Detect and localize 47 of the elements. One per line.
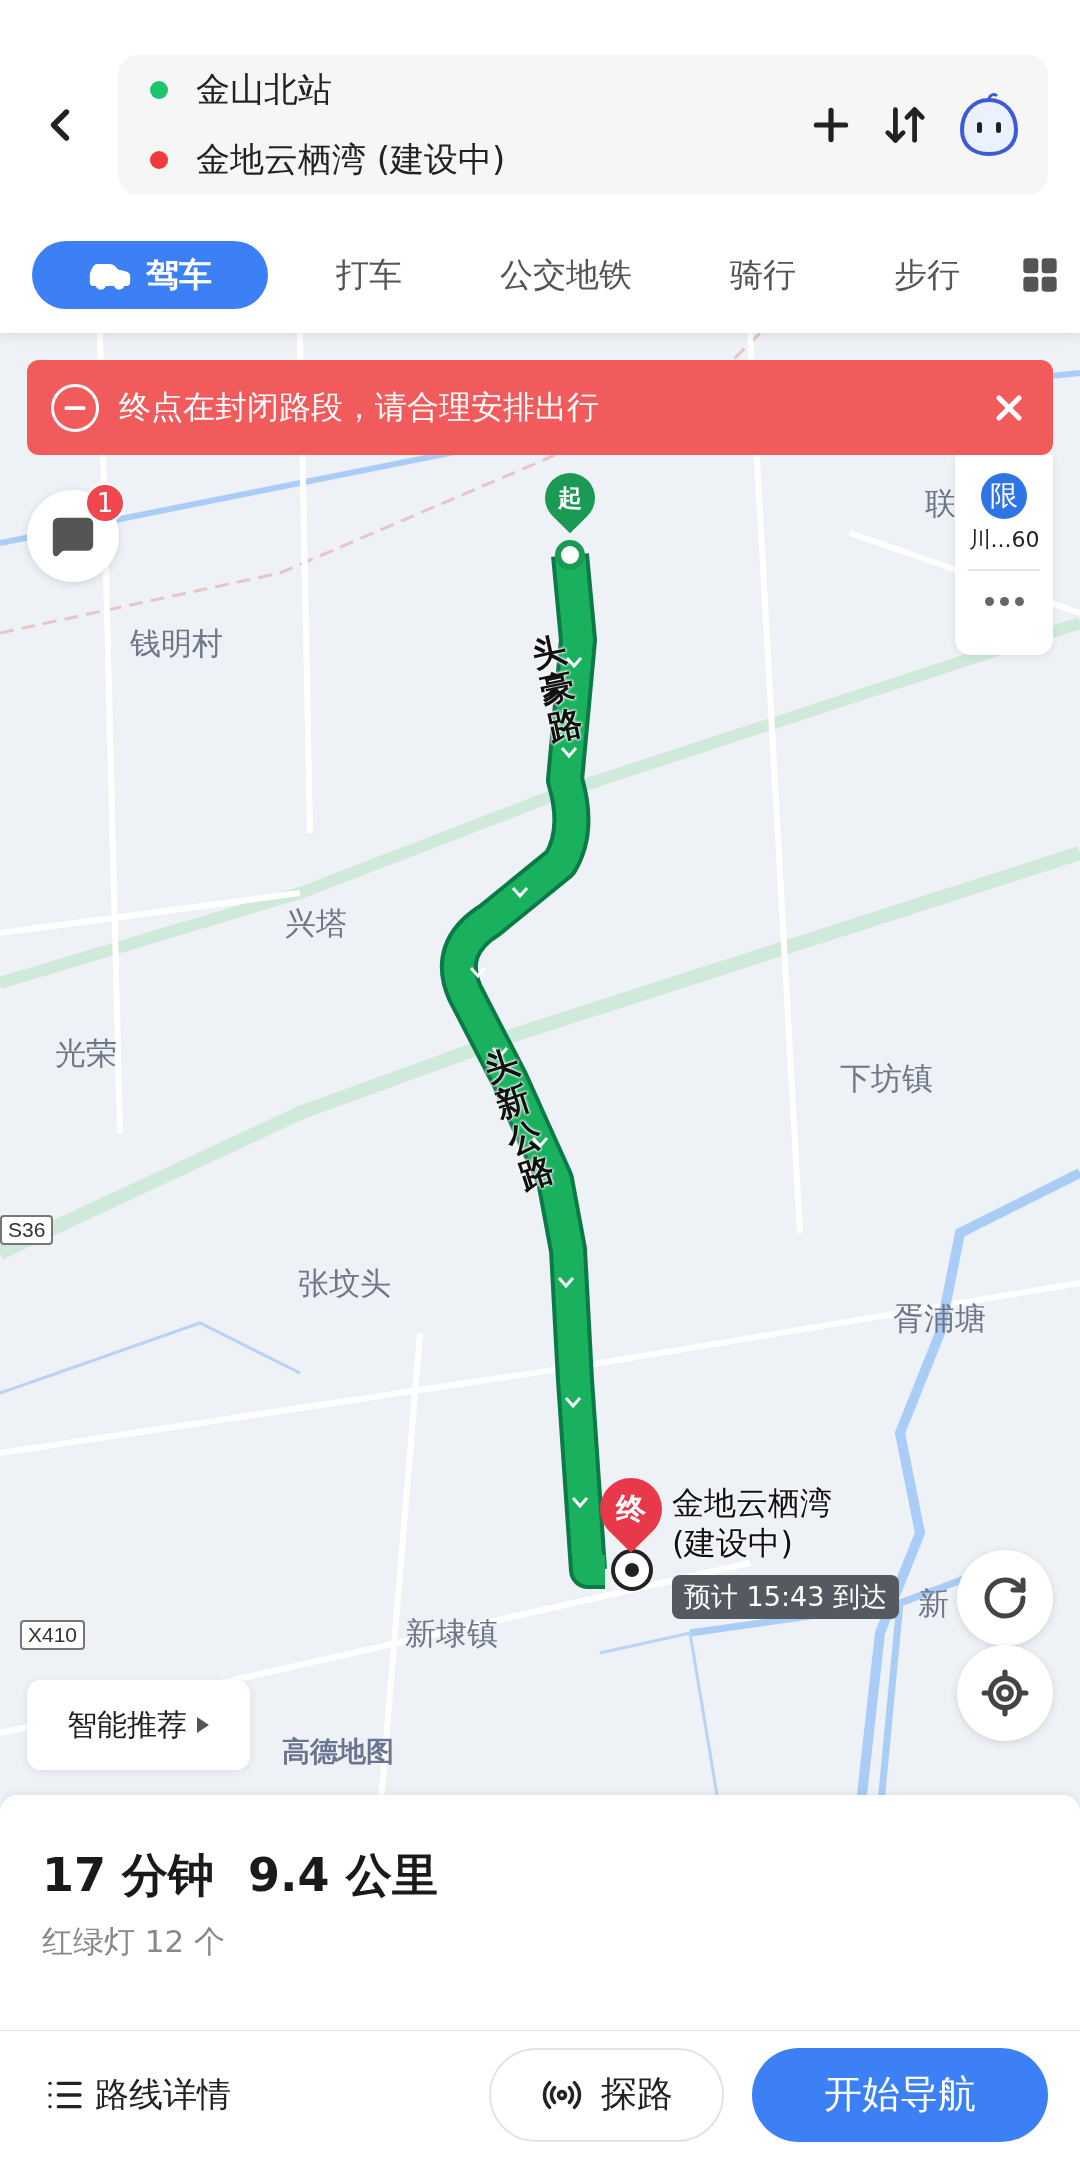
road-name: 头新公路 — [479, 1043, 559, 1197]
map-logo: 高德地图 — [282, 1734, 394, 1770]
end-point-marker — [611, 1549, 653, 1591]
traffic-lights-count: 红绿灯 12 个 — [42, 1922, 227, 1961]
smart-recommend-button[interactable]: 智能推荐 — [27, 1680, 250, 1770]
arrival-time-tag: 预计 15:43 到达 — [672, 1575, 899, 1619]
messages-button[interactable] — [27, 490, 119, 582]
travel-mode-tab[interactable]: 骑行 — [692, 241, 834, 309]
route-details-button[interactable]: 路线详情 — [45, 2071, 231, 2118]
place-label: 兴塔 — [285, 904, 347, 943]
restriction-plate: 川...60 — [968, 526, 1040, 554]
distance-text: 9.4 公里 — [248, 1847, 438, 1904]
road-number-sign: S36 — [0, 1215, 54, 1245]
place-label: 钱明村 — [130, 624, 223, 663]
road-name: 头豪路 — [528, 630, 586, 748]
no-entry-icon — [51, 383, 99, 432]
refresh-button[interactable] — [957, 1550, 1053, 1646]
place-label: 光荣 — [55, 1034, 117, 1073]
locate-button[interactable] — [957, 1645, 1053, 1741]
travel-mode-tab[interactable]: 公交地铁 — [462, 241, 670, 309]
place-label: 联 — [925, 484, 956, 523]
traffic-restriction-icon[interactable]: 限 — [981, 473, 1027, 519]
more-modes-button[interactable] — [1020, 255, 1060, 295]
start-dot — [150, 81, 168, 99]
place-label: 新 — [918, 1584, 949, 1623]
duration-text: 17 分钟 — [42, 1847, 215, 1904]
alert-text: 终点在封闭路段，请合理安排出行 — [119, 386, 600, 428]
destination-name: 金地云栖湾 — [672, 1483, 832, 1523]
travel-mode-tab[interactable]: 步行 — [856, 241, 998, 309]
play-triangle-icon — [194, 1715, 211, 1735]
place-label: 张坟头 — [298, 1264, 391, 1303]
destination-input[interactable]: 金地云栖湾 (建设中) — [196, 137, 506, 183]
more-button[interactable] — [984, 597, 1024, 606]
end-dot — [150, 151, 168, 169]
destination-note: (建设中) — [672, 1523, 794, 1563]
travel-mode-tab[interactable]: 打车 — [298, 241, 440, 309]
explore-route-button[interactable]: 探路 — [489, 2047, 724, 2142]
start-navigation-button[interactable]: 开始导航 — [752, 2047, 1048, 2142]
start-input[interactable]: 金山北站 — [196, 67, 332, 113]
locate-icon — [980, 1668, 1030, 1718]
start-point-marker — [555, 540, 585, 570]
road-number-sign: X410 — [20, 1620, 86, 1650]
message-count-badge: 1 — [85, 483, 125, 523]
travel-mode-tab[interactable]: 驾车 — [32, 241, 268, 309]
place-label: 下坊镇 — [840, 1059, 933, 1098]
place-label: 新埭镇 — [405, 1614, 498, 1653]
place-label: 胥浦塘 — [893, 1299, 986, 1338]
